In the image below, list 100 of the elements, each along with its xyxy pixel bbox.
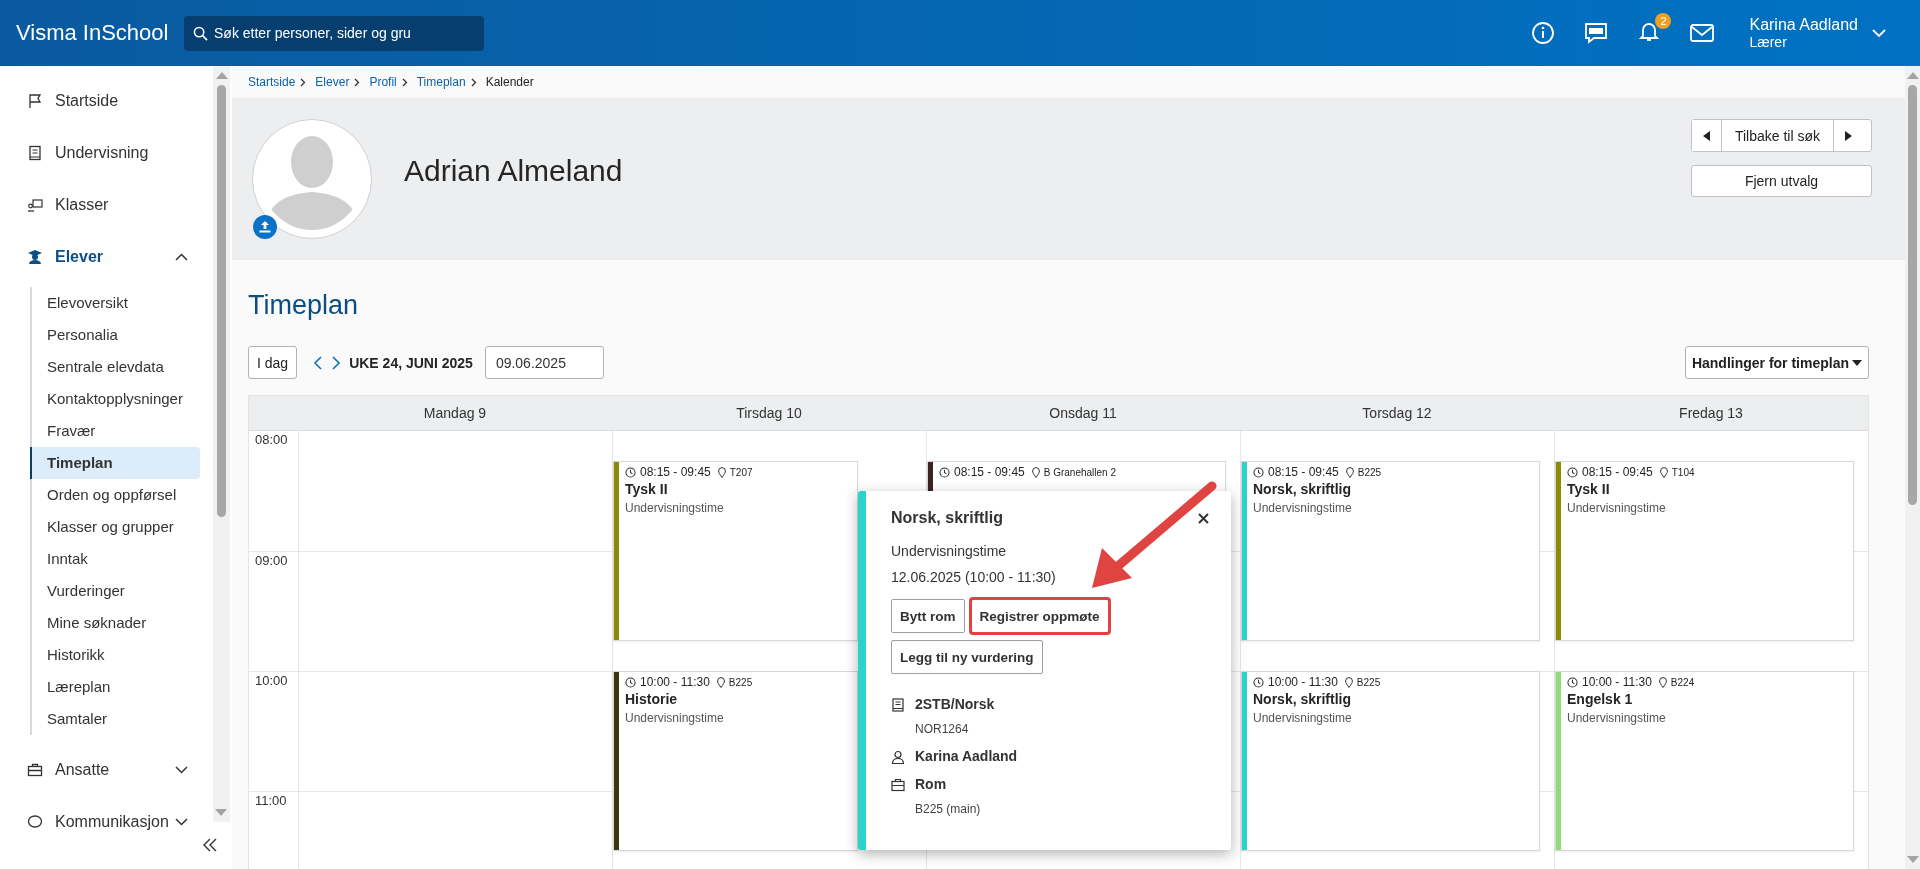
event-title: Tysk II — [625, 481, 669, 497]
scrollbar[interactable] — [1905, 66, 1920, 869]
clear-selection-button[interactable]: Fjern utvalg — [1691, 165, 1872, 197]
breadcrumb-link[interactable]: Profil — [369, 75, 397, 89]
sidebar-item[interactable]: Klasser — [0, 188, 200, 222]
sidebar-subitem[interactable]: Historikk — [30, 639, 200, 671]
back-to-search-button[interactable]: Tilbake til søk — [1721, 120, 1834, 151]
info-icon[interactable] — [1531, 21, 1556, 45]
detail-subtitle: NOR1264 — [915, 722, 970, 736]
date-field[interactable]: 09.06.2025 — [484, 346, 604, 379]
sidebar-item[interactable]: Elever — [0, 240, 200, 274]
detail-subtitle: B225 (main) — [915, 802, 981, 816]
event-title: Engelsk 1 — [1567, 691, 1634, 707]
scrollbar[interactable] — [213, 66, 230, 822]
popup-button[interactable]: Legg til ny vurdering — [891, 640, 1043, 674]
page-heading: Timeplan — [248, 290, 360, 322]
event-room: T207 — [729, 466, 753, 478]
actions-dropdown-button[interactable]: Handlinger for timeplan — [1684, 346, 1869, 379]
student-icon — [27, 249, 43, 265]
event-type: Undervisningstime — [1567, 711, 1667, 725]
location-pin-icon — [1344, 676, 1353, 688]
chevron-down-icon[interactable] — [1872, 28, 1886, 38]
sidebar-subitem[interactable]: Personalia — [30, 319, 200, 351]
calendar-event[interactable]: 08:15 - 09:45 B225 Norsk, skriftlig Undervisningstime — [1241, 461, 1540, 641]
book-icon — [891, 698, 905, 712]
breadcrumb-current: Kalender — [485, 75, 534, 89]
breadcrumb-link[interactable]: Timeplan — [416, 75, 466, 89]
sms-icon[interactable] — [1583, 21, 1610, 45]
user-name[interactable]: Karina Aadland — [1749, 16, 1858, 34]
day-header: Mandag 9 — [422, 404, 488, 423]
event-time: 10:00 - 11:30 — [640, 675, 710, 689]
today-button[interactable]: I dag — [248, 346, 298, 379]
sidebar-item[interactable]: Startside — [0, 84, 200, 118]
sidebar-subitem[interactable]: Elevoversikt — [30, 287, 200, 319]
breadcrumb-link[interactable]: Elever — [315, 75, 350, 89]
scrollbar-thumb[interactable] — [217, 85, 226, 517]
clock-icon — [939, 466, 950, 478]
chevron-up-icon — [175, 253, 188, 261]
book-icon — [27, 145, 43, 161]
calendar-event[interactable]: 08:15 - 09:45 T104 Tysk II Undervisningstime — [1555, 461, 1854, 641]
chevron-left-icon[interactable] — [313, 355, 324, 370]
event-time: 08:15 - 09:45 — [1582, 465, 1653, 479]
location-pin-icon — [1345, 466, 1354, 478]
calendar-event[interactable]: 08:15 - 09:45 T207 Tysk II Undervisningstime — [613, 461, 858, 641]
event-type: Undervisningstime — [625, 711, 725, 725]
sidebar-subitem[interactable]: Fravær — [30, 415, 200, 447]
sidebar-item[interactable]: Kommunikasjon — [0, 805, 200, 836]
clock-icon — [1567, 466, 1578, 478]
triangle-left-icon — [1703, 130, 1710, 141]
sidebar-item[interactable]: Ansatte — [0, 753, 200, 787]
notification-badge: 2 — [1655, 13, 1672, 29]
speech-bubble-icon — [27, 814, 43, 830]
sidebar-subitem[interactable]: Timeplan — [30, 447, 200, 479]
chevron-right-icon[interactable] — [331, 355, 342, 370]
sidebar-subitem[interactable]: Orden og oppførsel — [30, 479, 200, 511]
event-room: B225 — [1357, 466, 1382, 478]
week-label: UKE 24, JUNI 2025 — [349, 354, 473, 371]
sidebar-subitem[interactable]: Inntak — [30, 543, 200, 575]
chevron-right-icon — [354, 77, 361, 87]
popup-title: Norsk, skriftlig — [891, 509, 1004, 527]
detail-title: Rom — [915, 776, 948, 792]
sidebar-subitem[interactable]: Vurderinger — [30, 575, 200, 607]
sidebar-item[interactable]: Undervisning — [0, 136, 200, 170]
calendar-event[interactable]: 10:00 - 11:30 B225 Norsk, skriftlig Undervisningstime — [1241, 671, 1540, 851]
calendar-event[interactable]: 10:00 - 11:30 B224 Engelsk 1 Undervisningstime — [1555, 671, 1854, 851]
caret-icon — [1852, 359, 1862, 366]
mail-icon[interactable] — [1689, 22, 1716, 44]
calendar-event[interactable]: 10:00 - 11:30 B225 Historie Undervisningstime — [613, 671, 858, 851]
hour-label: 08:00 — [254, 431, 289, 447]
collapse-sidebar-icon[interactable] — [202, 838, 218, 852]
location-pin-icon — [1031, 466, 1040, 478]
popup-button[interactable]: Bytt rom — [891, 599, 965, 633]
sidebar-subitem[interactable]: Kontaktopplysninger — [30, 383, 200, 415]
briefcase-icon — [891, 778, 905, 792]
app-title[interactable]: Visma InSchool — [16, 20, 184, 46]
person-icon — [891, 750, 905, 764]
sidebar-subitem[interactable]: Klasser og grupper — [30, 511, 200, 543]
scrollbar-thumb[interactable] — [1908, 85, 1917, 505]
close-icon[interactable] — [1198, 512, 1209, 524]
clock-icon — [1253, 466, 1264, 478]
day-header: Tirsdag 10 — [735, 404, 803, 423]
upload-icon[interactable] — [253, 215, 277, 239]
popup-button[interactable]: Registrer oppmøte — [970, 599, 1109, 633]
search-field[interactable]: Søk etter personer, sider og gru — [184, 15, 484, 51]
breadcrumb-link[interactable]: Startside — [248, 75, 296, 89]
event-title: Tysk II — [1567, 481, 1611, 497]
sidebar-subitem[interactable]: Samtaler — [30, 703, 200, 735]
user-role: Lærer — [1749, 34, 1788, 50]
event-title: Norsk, skriftlig — [1253, 481, 1353, 497]
sidebar-subitem[interactable]: Læreplan — [30, 671, 200, 703]
sidebar-subitem[interactable]: Sentrale elevdata — [30, 351, 200, 383]
flag-icon — [27, 93, 43, 109]
event-time: 08:15 - 09:45 — [640, 465, 711, 479]
event-title: Norsk, skriftlig — [1253, 691, 1353, 707]
event-room: B224 — [1670, 676, 1695, 688]
event-title: Historie — [625, 691, 679, 707]
chevron-down-icon — [175, 766, 188, 774]
event-datetime: 12.06.2025 (10:00 - 11:30) — [891, 569, 1057, 585]
sidebar-subitem[interactable]: Mine søknader — [30, 607, 200, 639]
briefcase-icon — [27, 762, 43, 778]
